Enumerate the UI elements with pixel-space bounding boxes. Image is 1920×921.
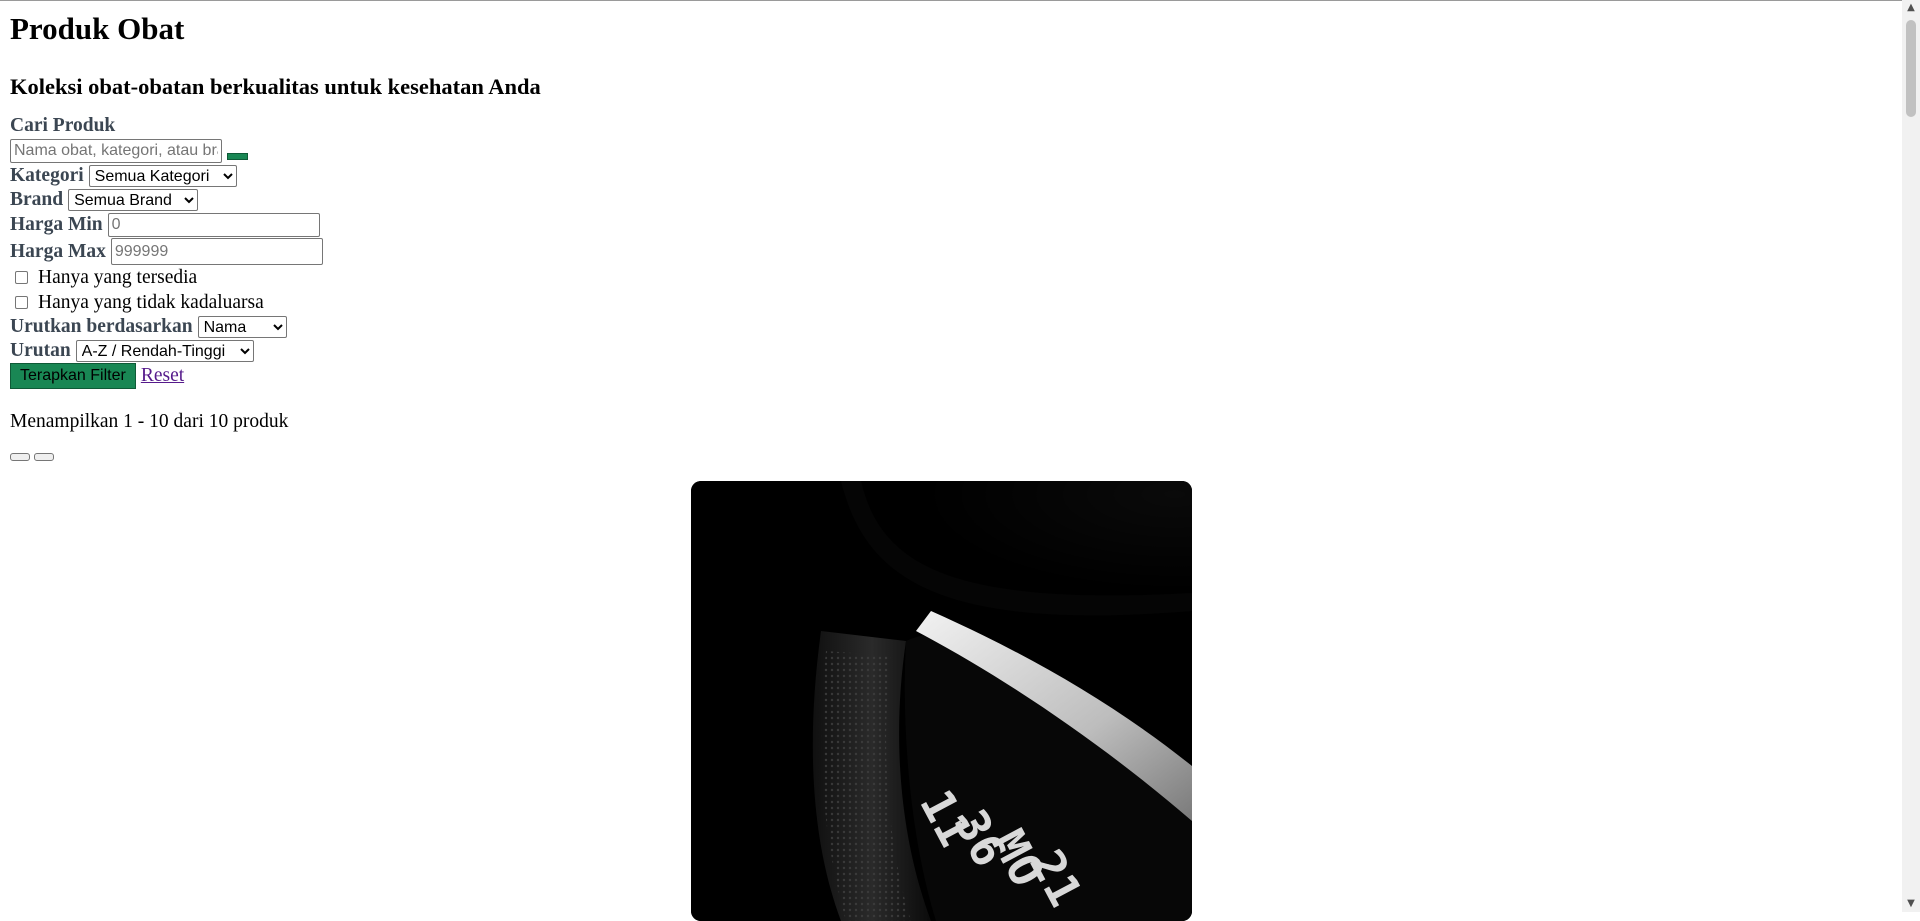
brand-select[interactable]: Semua Brand [68,189,199,211]
min-price-input[interactable] [107,213,320,237]
order-label: Urutan [10,340,71,362]
scrollbar[interactable]: ▲ ▼ [1902,0,1920,912]
search-button[interactable] [227,152,248,160]
product-image[interactable]: 11 36 MO 21 [691,481,1192,921]
not-expired-filter[interactable]: Hanya yang tidak kadaluarsa [10,290,1890,315]
not-expired-checkbox[interactable] [15,296,28,309]
scroll-down-icon[interactable]: ▼ [1902,896,1920,912]
in-stock-checkbox[interactable] [15,271,28,284]
list-view-button[interactable] [34,453,54,461]
in-stock-filter[interactable]: Hanya yang tersedia [10,265,1890,290]
not-expired-label: Hanya yang tidak kadaluarsa [38,291,264,313]
page-subtitle: Koleksi obat-obatan berkualitas untuk ke… [10,74,541,99]
sort-by-select[interactable]: Nama [197,316,287,338]
scrollbar-thumb[interactable] [1906,20,1916,117]
page-title: Produk Obat [10,11,185,46]
brand-label: Brand [10,189,64,211]
order-select[interactable]: A-Z / Rendah-Tinggi [75,340,254,362]
in-stock-label: Hanya yang tersedia [38,266,198,288]
sort-by-label: Urutkan berdasarkan [10,316,193,338]
apply-filter-button[interactable]: Terapkan Filter [10,363,136,389]
min-price-label: Harga Min [10,214,103,236]
filter-form: Cari Produk Kategori Semua Kategori Bran… [10,114,1890,389]
results-summary: Menampilkan 1 - 10 dari 10 produk [10,411,289,432]
product-card[interactable]: 11 36 MO 21 [691,481,1192,921]
view-toggle-group [10,453,1890,463]
search-input[interactable] [10,139,222,163]
max-price-input[interactable] [110,238,323,265]
search-label: Cari Produk [10,115,116,137]
max-price-label: Harga Max [10,240,106,262]
reset-link[interactable]: Reset [141,364,184,387]
scroll-up-icon[interactable]: ▲ [1902,0,1920,16]
category-label: Kategori [10,165,84,187]
category-select[interactable]: Semua Kategori [88,165,237,187]
grid-view-button[interactable] [10,453,30,461]
